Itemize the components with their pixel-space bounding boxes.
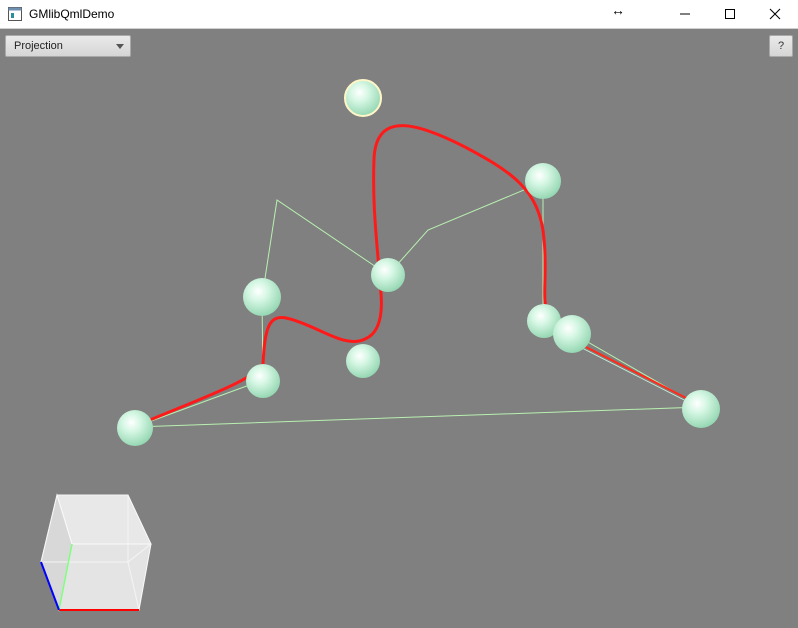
control-point[interactable] [371, 258, 405, 292]
maximize-icon [725, 9, 735, 19]
3d-viewport[interactable]: Projection ? [0, 29, 798, 628]
app-window-icon [8, 7, 22, 21]
close-button[interactable] [752, 0, 798, 29]
control-point[interactable] [344, 79, 382, 117]
control-point[interactable] [346, 344, 380, 378]
cube-face-top [56, 494, 152, 545]
close-icon [769, 8, 781, 20]
chevron-down-icon [116, 44, 124, 49]
minimize-button[interactable] [662, 0, 708, 29]
title-bar[interactable]: GMlibQmlDemo ↔ [0, 0, 798, 29]
control-point[interactable] [553, 315, 591, 353]
help-button[interactable]: ? [769, 35, 793, 57]
control-point[interactable] [246, 364, 280, 398]
minimize-icon [680, 13, 690, 15]
maximize-button[interactable] [707, 0, 753, 29]
orientation-cube[interactable] [40, 493, 152, 612]
curve-segment-right [579, 343, 695, 403]
projection-dropdown-label: Projection [14, 40, 63, 52]
window-title: GMlibQmlDemo [29, 7, 115, 21]
horizontal-resize-cursor-icon: ↔ [611, 2, 625, 18]
projection-dropdown[interactable]: Projection [5, 35, 131, 57]
control-point[interactable] [243, 278, 281, 316]
scene-canvas[interactable] [0, 29, 798, 628]
control-point[interactable] [525, 163, 561, 199]
control-points[interactable] [117, 79, 720, 446]
curve-segment-right-highlight [579, 346, 695, 406]
control-point[interactable] [117, 410, 153, 446]
control-point[interactable] [682, 390, 720, 428]
